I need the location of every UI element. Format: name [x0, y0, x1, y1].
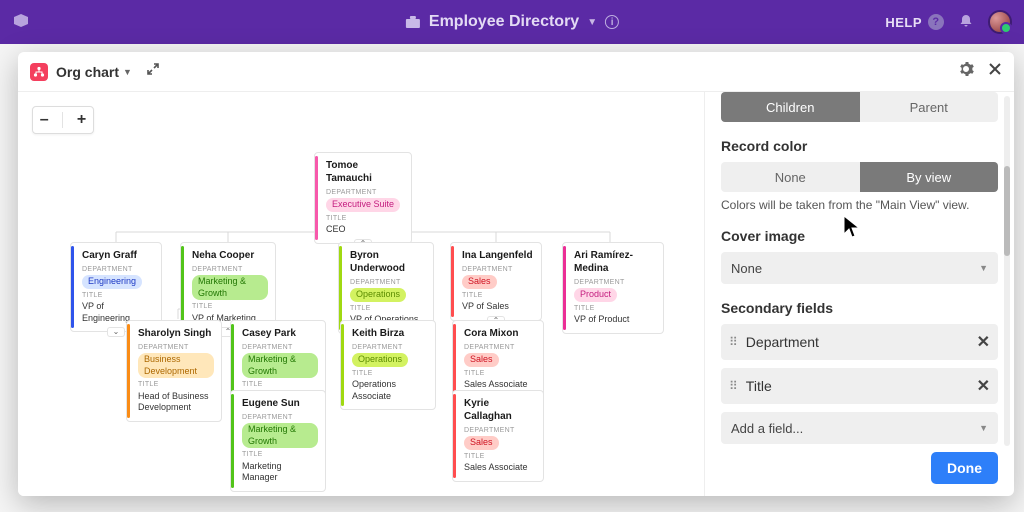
zoom-in-button[interactable]: + [77, 112, 86, 128]
node-caryn[interactable]: Caryn Graff DEPARTMENT Engineering TITLE… [70, 242, 162, 332]
secondary-fields-label: Secondary fields [721, 300, 998, 316]
background-timeline [0, 500, 1024, 508]
close-icon[interactable] [988, 62, 1002, 81]
briefcase-icon [405, 14, 421, 30]
cover-image-label: Cover image [721, 228, 998, 244]
help-link[interactable]: HELP ? [885, 14, 944, 30]
help-icon: ? [928, 14, 944, 30]
add-field-select[interactable]: Add a field... ▼ [721, 412, 998, 444]
settings-panel: Children Parent Record color None By vie… [704, 92, 1014, 496]
remove-field-button[interactable]: ✕ [977, 332, 990, 352]
grouping-children[interactable]: Children [721, 92, 860, 122]
grouping-segment: Children Parent [721, 92, 998, 122]
record-color-none[interactable]: None [721, 162, 860, 192]
node-ina[interactable]: Ina Langenfeld DEPARTMENT Sales TITLE VP… [450, 242, 542, 321]
node-kyrie[interactable]: Kyrie Callaghan DEPARTMENT Sales TITLE S… [452, 390, 544, 482]
record-color-hint: Colors will be taken from the "Main View… [721, 198, 998, 212]
view-name[interactable]: Org chart [56, 64, 119, 80]
node-sharolyn[interactable]: Sharolyn Singh DEPARTMENT Business Devel… [126, 320, 222, 422]
base-title: Employee Directory [429, 13, 579, 31]
base-title-wrap[interactable]: Employee Directory ▼ i [405, 13, 619, 31]
workspace-icon[interactable] [12, 13, 30, 31]
cover-image-select[interactable]: None ▼ [721, 252, 998, 284]
org-chart-canvas[interactable]: – + Tomoe Tamauchi DEPARTMENT [18, 92, 704, 496]
chevron-down-icon[interactable]: ▼ [123, 67, 132, 77]
remove-field-button[interactable]: ✕ [977, 376, 990, 396]
done-button[interactable]: Done [931, 452, 998, 484]
grouping-parent[interactable]: Parent [860, 92, 999, 122]
node-cora[interactable]: Cora Mixon DEPARTMENT Sales TITLE Sales … [452, 320, 544, 399]
avatar[interactable] [988, 10, 1012, 34]
expand-toggle[interactable]: ⌄ [107, 327, 125, 337]
chevron-down-icon: ▼ [587, 17, 597, 28]
record-color-by-view[interactable]: By view [860, 162, 999, 192]
grip-icon[interactable]: ⠿ [729, 383, 736, 389]
org-chart-view-icon [30, 63, 48, 81]
scrollbar[interactable] [1004, 96, 1010, 446]
node-eugene[interactable]: Eugene Sun DEPARTMENT Marketing & Growth… [230, 390, 326, 492]
bell-icon[interactable] [958, 13, 974, 32]
secondary-field-title[interactable]: ⠿ Title ✕ [721, 368, 998, 404]
modal-header: Org chart ▼ [18, 52, 1014, 92]
scrollbar-thumb[interactable] [1004, 166, 1010, 256]
expand-icon[interactable] [146, 62, 160, 81]
chevron-down-icon: ▼ [979, 423, 988, 433]
node-ari[interactable]: Ari Ramírez-Medina DEPARTMENT Product TI… [562, 242, 664, 334]
node-ceo[interactable]: Tomoe Tamauchi DEPARTMENT Executive Suit… [314, 152, 412, 244]
zoom-control: – + [32, 106, 94, 134]
app-header: Employee Directory ▼ i HELP ? [0, 0, 1024, 44]
record-color-segment: None By view [721, 162, 998, 192]
info-icon[interactable]: i [605, 15, 619, 29]
org-chart-modal: Org chart ▼ – + [18, 52, 1014, 496]
chevron-down-icon: ▼ [979, 263, 988, 273]
secondary-field-department[interactable]: ⠿ Department ✕ [721, 324, 998, 360]
node-keith[interactable]: Keith Birza DEPARTMENT Operations TITLE … [340, 320, 436, 410]
record-color-label: Record color [721, 138, 998, 154]
zoom-out-button[interactable]: – [40, 112, 49, 128]
node-neha[interactable]: Neha Cooper DEPARTMENT Marketing & Growt… [180, 242, 276, 332]
grip-icon[interactable]: ⠿ [729, 339, 736, 345]
gear-icon[interactable] [958, 61, 974, 82]
